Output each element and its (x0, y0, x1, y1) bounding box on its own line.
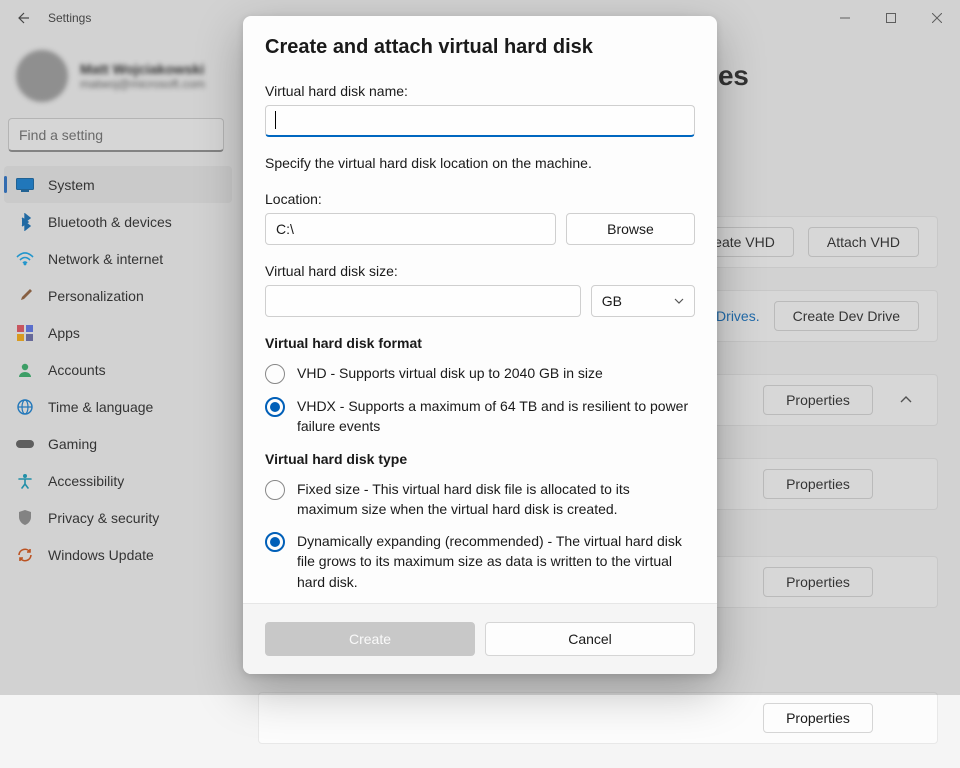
location-hint: Specify the virtual hard disk location o… (265, 155, 695, 171)
radio-icon (265, 480, 285, 500)
size-label: Virtual hard disk size: (265, 263, 695, 279)
browse-button[interactable]: Browse (566, 213, 695, 245)
radio-label: Dynamically expanding (recommended) - Th… (297, 531, 691, 592)
radio-label: VHD - Supports virtual disk up to 2040 G… (297, 363, 603, 383)
location-input[interactable]: C:\ (265, 213, 556, 245)
create-vhd-dialog: Create and attach virtual hard disk Virt… (243, 16, 717, 674)
drive-row[interactable]: Properties (258, 692, 938, 744)
radio-icon (265, 532, 285, 552)
radio-icon (265, 364, 285, 384)
location-label: Location: (265, 191, 695, 207)
size-input[interactable] (265, 285, 581, 317)
vhd-name-label: Virtual hard disk name: (265, 83, 695, 99)
vhd-name-input[interactable] (265, 105, 695, 137)
properties-button[interactable]: Properties (763, 703, 873, 733)
radio-dynamic[interactable]: Dynamically expanding (recommended) - Th… (265, 531, 695, 592)
radio-label: VHDX - Supports a maximum of 64 TB and i… (297, 396, 691, 437)
chevron-down-icon (674, 298, 684, 304)
type-section-label: Virtual hard disk type (265, 451, 695, 467)
radio-label: Fixed size - This virtual hard disk file… (297, 479, 691, 520)
cancel-button[interactable]: Cancel (485, 622, 695, 656)
create-button[interactable]: Create (265, 622, 475, 656)
radio-fixed[interactable]: Fixed size - This virtual hard disk file… (265, 479, 695, 520)
radio-vhdx[interactable]: VHDX - Supports a maximum of 64 TB and i… (265, 396, 695, 437)
size-unit-select[interactable]: GB (591, 285, 695, 317)
radio-icon (265, 397, 285, 417)
dialog-footer: Create Cancel (243, 603, 717, 674)
format-section-label: Virtual hard disk format (265, 335, 695, 351)
dialog-title: Create and attach virtual hard disk (265, 36, 695, 59)
radio-vhd[interactable]: VHD - Supports virtual disk up to 2040 G… (265, 363, 695, 384)
text-caret (275, 111, 276, 129)
